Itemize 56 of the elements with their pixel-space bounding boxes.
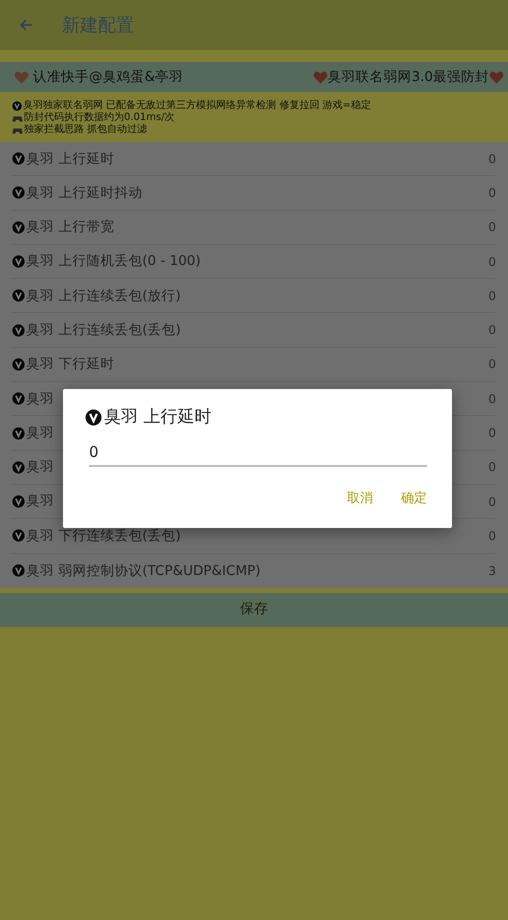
setting-value: 0 [488, 494, 496, 511]
back-icon[interactable] [18, 17, 34, 33]
heart-icon [14, 70, 29, 84]
setting-label[interactable]: 臭羽 弱网控制协议(TCP&UDP&ICMP) [26, 560, 261, 581]
dialog-title: 臭羽 上行延时 [104, 406, 212, 429]
save-button[interactable]: 保存 [0, 592, 508, 627]
v-badge-icon [12, 152, 25, 166]
setting-value: 0 [488, 425, 496, 442]
setting-label[interactable]: 臭羽 [26, 422, 54, 444]
setting-value: 0 [488, 150, 496, 168]
setting-value: 0 [488, 184, 496, 202]
banner-text: 臭羽联名弱网3.0最强防封 [328, 68, 489, 87]
v-badge-icon [12, 564, 25, 578]
setting-value: 0 [488, 322, 496, 340]
v-badge-icon [12, 186, 25, 200]
setting-label[interactable]: 臭羽 [26, 388, 54, 409]
notice-text: 臭羽独家联名弱网 已配备无敌过第三方模拟网络异常检测 修复拉回 游戏=稳定 [23, 100, 371, 112]
setting-value: 0 [488, 254, 496, 271]
dialog-button[interactable]: 确定 [401, 489, 427, 508]
setting-label[interactable]: 臭羽 [26, 457, 54, 478]
v-badge-icon [85, 409, 102, 426]
v-badge-icon [12, 495, 25, 508]
v-badge-icon [12, 392, 25, 406]
setting-value: 3 [488, 562, 496, 580]
notice-text: 防封代码执行数据约为0.01ms/次 [24, 112, 175, 124]
app-title: 新建配置 [62, 14, 134, 38]
setting-value: 0 [488, 219, 496, 236]
v-badge-icon [12, 101, 22, 111]
setting-value: 0 [488, 390, 496, 408]
setting-value: 0 [488, 528, 496, 545]
setting-label[interactable]: 臭羽 上行延时抖动 [26, 182, 142, 204]
v-badge-icon [12, 529, 25, 542]
v-badge-icon [12, 255, 25, 268]
setting-label[interactable]: 臭羽 上行随机丢包(0 - 100) [26, 251, 201, 272]
value-input[interactable]: 0 [89, 438, 427, 467]
setting-label[interactable]: 臭羽 上行带宽 [26, 217, 114, 238]
setting-label[interactable]: 臭羽 上行延时 [26, 148, 114, 169]
v-badge-icon [12, 220, 25, 234]
setting-value: 0 [488, 459, 496, 476]
v-badge-icon [12, 460, 25, 474]
v-badge-icon [12, 324, 25, 337]
dialog-button[interactable]: 取消 [347, 489, 373, 508]
setting-label[interactable]: 臭羽 上行连续丢包(放行) [26, 286, 181, 306]
setting-value: 0 [488, 288, 496, 305]
setting-label[interactable]: 臭羽 上行连续丢包(丢包) [26, 320, 181, 340]
heart-icon [489, 70, 504, 84]
v-badge-icon [12, 289, 25, 302]
banner-text: 认准快手@臭鸡蛋&亭羽 [33, 68, 184, 87]
setting-label[interactable]: 臭羽 下行延时 [26, 354, 114, 375]
v-badge-icon [12, 426, 25, 440]
v-badge-icon [12, 358, 25, 371]
setting-value: 0 [488, 356, 496, 374]
heart-icon [312, 70, 328, 84]
setting-label[interactable]: 臭羽 下行连续丢包(丢包) [26, 526, 181, 546]
notice-text: 独家拦截思路 抓包自动过滤 [24, 124, 148, 136]
setting-label[interactable]: 臭羽 [26, 491, 54, 512]
